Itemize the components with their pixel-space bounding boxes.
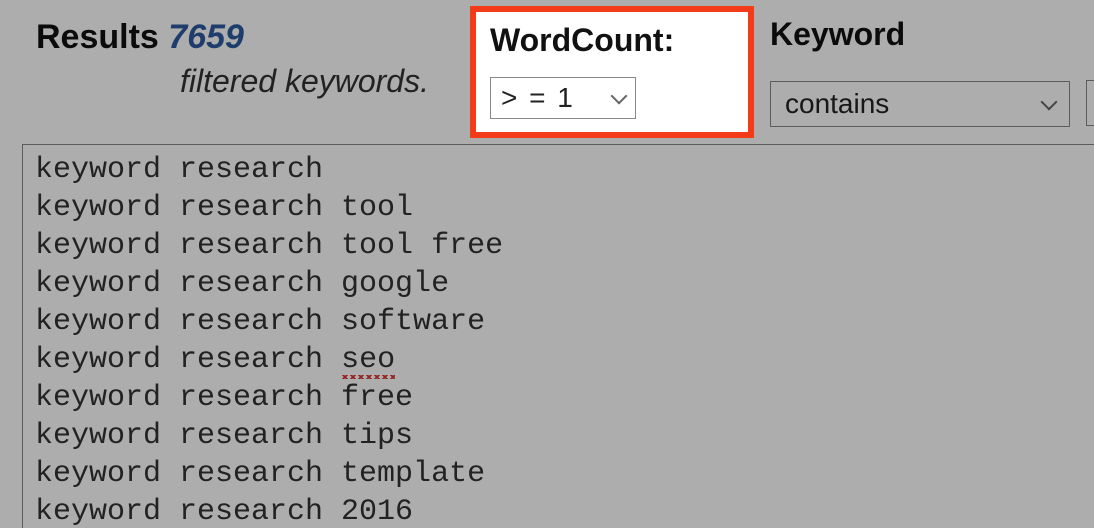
list-item: keyword research software [35,303,1082,341]
wordcount-filter-highlight: WordCount: > = 1 [470,6,754,138]
chevron-down-icon [611,88,628,105]
list-item: keyword research 2016 [35,493,1082,528]
results-label: Results [36,18,159,56]
wordcount-select[interactable]: > = 1 [490,77,636,119]
keyword-filter-selected-value: contains [785,88,889,120]
list-item: keyword research seo [35,341,1082,379]
list-item: keyword research [35,151,1082,189]
keyword-results-list[interactable]: keyword researchkeyword research toolkey… [22,144,1094,528]
results-summary: Results 7659 filtered keywords. [36,18,429,100]
wordcount-label: WordCount: [490,22,734,59]
chevron-down-icon [1041,94,1058,111]
wordcount-selected-value: > = 1 [501,82,575,114]
list-item: keyword research tool free [35,227,1082,265]
keyword-filter-label: Keyword [770,16,1070,53]
spellcheck-underline: seo [341,343,395,379]
list-item: keyword research tool [35,189,1082,227]
list-item: keyword research free [35,379,1082,417]
list-item: keyword research tips [35,417,1082,455]
list-item: keyword research google [35,265,1082,303]
keyword-filter-select[interactable]: contains [770,81,1070,127]
keyword-filter-block: Keyword contains [770,16,1070,127]
keyword-text-input[interactable] [1086,80,1094,126]
results-count: 7659 [168,18,244,56]
list-item: keyword research template [35,455,1082,493]
results-subtitle: filtered keywords. [180,63,429,100]
